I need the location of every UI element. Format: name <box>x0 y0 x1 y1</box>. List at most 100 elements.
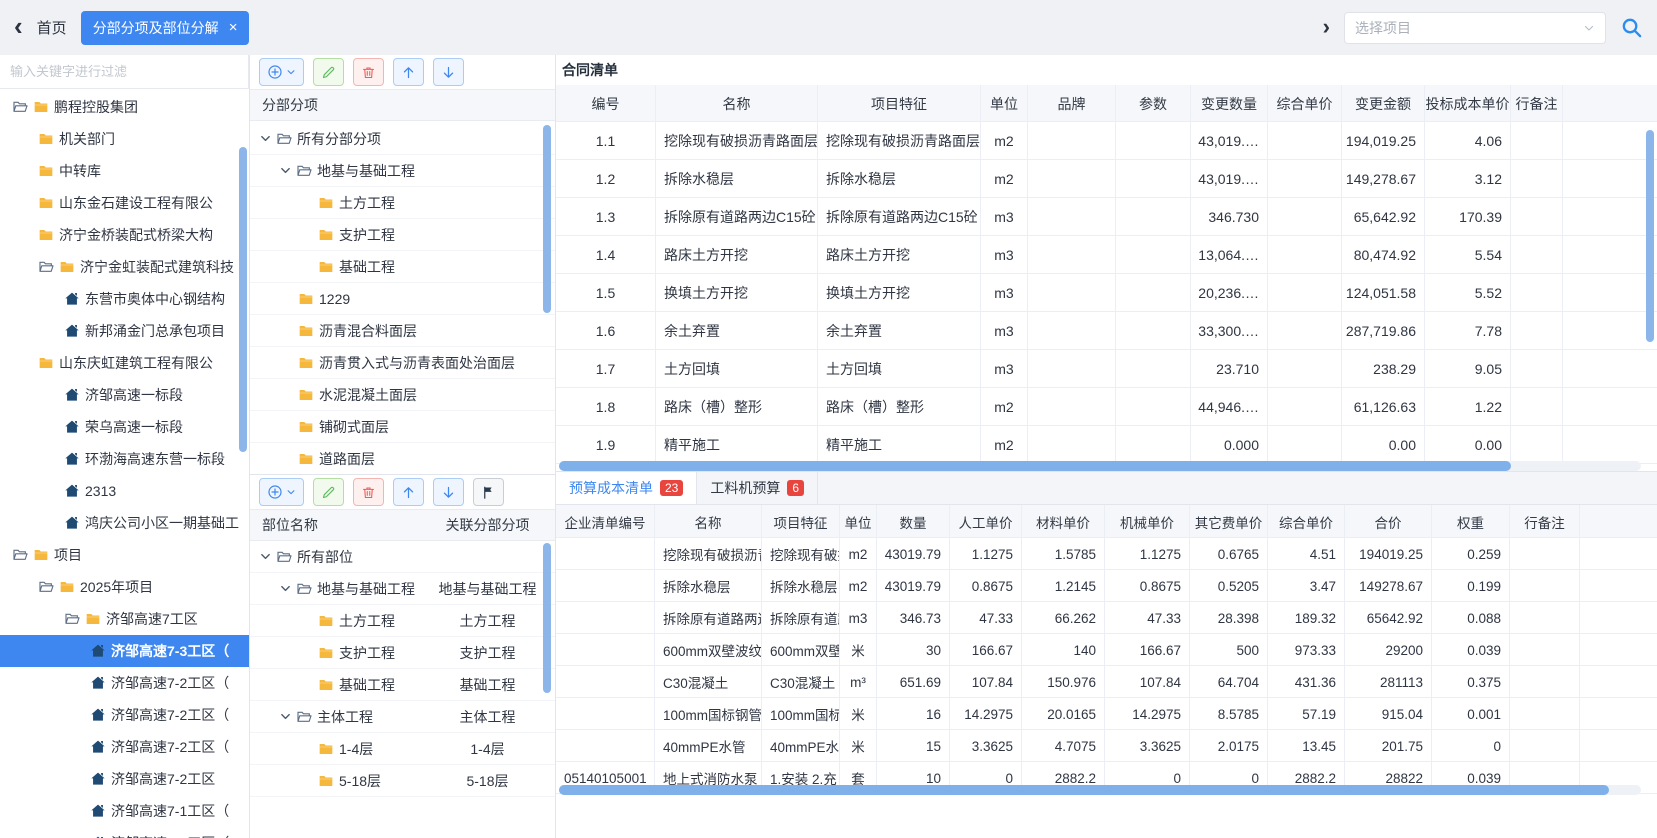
folder-icon <box>298 355 314 371</box>
project-select[interactable]: 选择项目 <box>1344 12 1606 44</box>
table-row[interactable]: 拆除原有道路两边C15砼拆除原有道路两边C15砼m3346.7347.3366.… <box>556 602 1657 634</box>
position-tree-row[interactable]: 支护工程支护工程 <box>250 637 555 669</box>
position-tree-row[interactable]: 主体工程主体工程 <box>250 701 555 733</box>
table-row[interactable]: 100mm国标钢管100mm国标钢管米1614.297520.016514.29… <box>556 698 1657 730</box>
subdivision-tree-item[interactable]: 沥青混合料面层 <box>250 315 555 347</box>
sidebar-tree-item[interactable]: 东营市奥体中心钢结构 <box>0 283 249 315</box>
close-icon[interactable]: × <box>229 20 238 35</box>
sidebar-tree-item[interactable]: 机关部门 <box>0 123 249 155</box>
subdivision-tree-item[interactable]: 道路面层 <box>250 443 555 475</box>
move-down-button[interactable] <box>433 478 464 506</box>
tree-item-label: 所有部位 <box>297 547 353 567</box>
delete-button[interactable] <box>353 478 384 506</box>
subdivision-tree-item[interactable]: 水泥混凝土面层 <box>250 379 555 411</box>
move-up-button[interactable] <box>393 478 424 506</box>
subdivision-tree-item[interactable]: 铺砌式面层 <box>250 411 555 443</box>
search-icon[interactable] <box>1620 16 1643 39</box>
contract-vscrollbar[interactable] <box>1646 130 1654 342</box>
table-cell: 拆除水稳层 <box>762 570 840 602</box>
folder-icon <box>85 611 101 627</box>
subdivision-tree-item[interactable]: 土方工程 <box>250 187 555 219</box>
sidebar-tree-item[interactable]: 2313 <box>0 475 249 507</box>
sidebar-tree-item[interactable]: 济邹高速7-2工区（ <box>0 731 249 763</box>
sidebar-tree-item[interactable]: 山东金石建设工程有限公 <box>0 187 249 219</box>
contract-hscrollbar[interactable] <box>559 461 1641 471</box>
table-cell: 100mm国标钢管 <box>655 698 762 730</box>
edit-button[interactable] <box>313 478 344 506</box>
sidebar-tree-item[interactable]: 荣乌高速一标段 <box>0 411 249 443</box>
table-row[interactable]: 挖除现有破损沥青路面层挖除现有破损沥青路面层m243019.791.12751.… <box>556 538 1657 570</box>
table-cell: 1.3 <box>556 198 656 236</box>
position-tree-row[interactable]: 1-4层1-4层 <box>250 733 555 765</box>
sidebar-tree-item[interactable]: 山东庆虹建筑工程有限公 <box>0 347 249 379</box>
sidebar-tree-item[interactable]: 环渤海高速东营一标段 <box>0 443 249 475</box>
position-tree-row[interactable]: 所有部位 <box>250 541 555 573</box>
position-tree-row[interactable]: 基础工程基础工程 <box>250 669 555 701</box>
sidebar-tree-item[interactable]: 济邹高速7工区 <box>0 603 249 635</box>
position-scrollbar[interactable] <box>543 543 551 693</box>
subdivision-scrollbar[interactable] <box>543 125 551 313</box>
sidebar-tree-item[interactable]: 济邹高速7-2工区（ <box>0 667 249 699</box>
table-cell: 1.7 <box>556 350 656 388</box>
move-up-button[interactable] <box>393 58 424 86</box>
table-cell: 1.5785 <box>1022 538 1105 570</box>
tree-item-label: 2313 <box>85 483 116 499</box>
subdivision-tree-item[interactable]: 地基与基础工程 <box>250 155 555 187</box>
contract-hscroll-thumb[interactable] <box>559 461 1511 471</box>
filter-input[interactable] <box>0 55 249 89</box>
move-down-button[interactable] <box>433 58 464 86</box>
subdivision-tree-item[interactable]: 基础工程 <box>250 251 555 283</box>
folder-open-icon <box>64 611 80 627</box>
table-row[interactable]: 拆除水稳层拆除水稳层m243019.790.86751.21450.86750.… <box>556 570 1657 602</box>
table-cell <box>1028 198 1116 236</box>
add-button[interactable] <box>259 58 304 86</box>
position-tree-row[interactable]: 5-18层5-18层 <box>250 765 555 797</box>
sidebar-tree-item[interactable]: 济邹高速一标段 <box>0 379 249 411</box>
table-row[interactable]: 1.1挖除现有破损沥青路面层挖除现有破损沥青路面层m243,019.…194,0… <box>556 122 1657 160</box>
sidebar-tree-item[interactable]: 济宁金桥装配式桥梁大构 <box>0 219 249 251</box>
tab-home[interactable]: 首页 <box>37 17 67 38</box>
table-row[interactable]: 1.5换填土方开挖换填土方开挖m320,236.…124,051.585.52 <box>556 274 1657 312</box>
subdivision-tree-item[interactable]: 1229 <box>250 283 555 315</box>
subdivision-tree-item[interactable]: 支护工程 <box>250 219 555 251</box>
tab-labor-material-budget[interactable]: 工料机预算 6 <box>697 472 818 504</box>
table-row[interactable]: 1.7土方回填土方回填m323.710238.299.05 <box>556 350 1657 388</box>
table-row[interactable]: C30混凝土C30混凝土m³651.69107.84150.976107.846… <box>556 666 1657 698</box>
tab-budget-cost-list[interactable]: 预算成本清单 23 <box>556 472 697 504</box>
sidebar-tree-item[interactable]: 项目 <box>0 539 249 571</box>
sidebar-tree-item[interactable]: 鸿庆公司小区一期基础工 <box>0 507 249 539</box>
table-row[interactable]: 1.8路床（槽）整形路床（槽）整形m244,946.…61,126.631.22 <box>556 388 1657 426</box>
budget-hscrollbar[interactable] <box>559 785 1641 795</box>
table-row[interactable]: 1.6余土弃置余土弃置m333,300.…287,719.867.78 <box>556 312 1657 350</box>
table-row[interactable]: 1.2拆除水稳层拆除水稳层m243,019.…149,278.673.12 <box>556 160 1657 198</box>
sidebar-tree-item[interactable]: 济邹高速7-3工区（ <box>0 635 249 667</box>
sidebar-tree-item[interactable]: 济邹高速7-2工区 <box>0 763 249 795</box>
sidebar-tree-item[interactable]: 济邹高速7-1工区（ <box>0 795 249 827</box>
sidebar-scrollbar[interactable] <box>239 147 247 452</box>
budget-hscroll-thumb[interactable] <box>559 785 1609 795</box>
tab-subdivision-breakdown[interactable]: 分部分项及部位分解 × <box>81 11 250 45</box>
subdivision-tree-item[interactable]: 所有分部分项 <box>250 123 555 155</box>
add-button[interactable] <box>259 478 304 506</box>
sidebar-tree-item[interactable]: 济邹高速7-1工区（ <box>0 827 249 838</box>
position-tree-row[interactable]: 地基与基础工程地基与基础工程 <box>250 573 555 605</box>
flag-button[interactable] <box>473 478 504 506</box>
sidebar-tree-item[interactable]: 中转库 <box>0 155 249 187</box>
position-tree-row[interactable]: 土方工程土方工程 <box>250 605 555 637</box>
back-icon[interactable]: ‹ <box>14 13 23 39</box>
table-row[interactable]: 1.9精平施工精平施工m20.0000.000.00 <box>556 426 1657 464</box>
forward-icon[interactable]: › <box>1323 16 1330 38</box>
table-row[interactable]: 600mm双壁波纹管600mm双壁波纹管米30166.67140166.6750… <box>556 634 1657 666</box>
sidebar-tree-item[interactable]: 济邹高速7-2工区（ <box>0 699 249 731</box>
delete-button[interactable] <box>353 58 384 86</box>
edit-button[interactable] <box>313 58 344 86</box>
sidebar-tree-item[interactable]: 鹏程控股集团 <box>0 91 249 123</box>
sidebar-tree-item[interactable]: 济宁金虹装配式建筑科技 <box>0 251 249 283</box>
subdivision-tree-item[interactable]: 沥青贯入式与沥青表面处治面层 <box>250 347 555 379</box>
table-row[interactable]: 1.4路床土方开挖路床土方开挖m313,064.…80,474.925.54 <box>556 236 1657 274</box>
table-row[interactable]: 1.3拆除原有道路两边C15砼拆除原有道路两边C15砼m3346.73065,6… <box>556 198 1657 236</box>
right-column: 合同清单 编号名称项目特征单位品牌参数变更数量综合单价变更金额投标成本单价行备注… <box>556 55 1657 838</box>
sidebar-tree-item[interactable]: 2025年项目 <box>0 571 249 603</box>
sidebar-tree-item[interactable]: 新邦涌金门总承包项目 <box>0 315 249 347</box>
table-row[interactable]: 40mmPE水管40mmPE水管米153.36254.70753.36252.0… <box>556 730 1657 762</box>
